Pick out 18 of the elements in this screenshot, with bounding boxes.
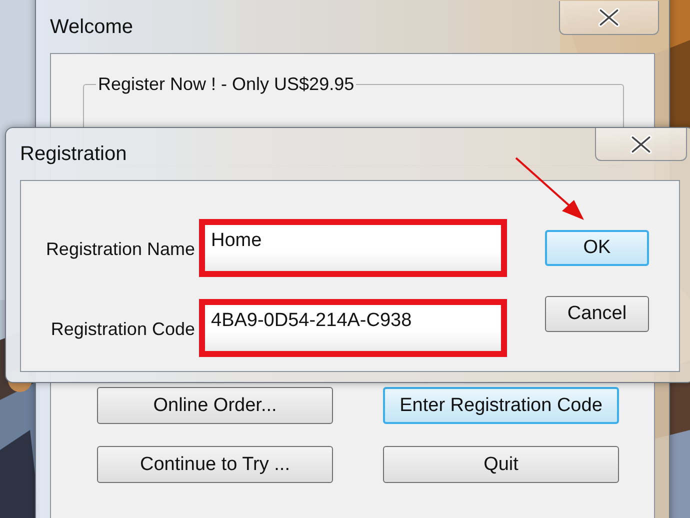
dialog-button[interactable]: Enter Registration Code	[383, 387, 619, 424]
field-label: Registration Code	[50, 319, 195, 340]
close-icon	[597, 8, 621, 27]
window-title: Registration	[20, 142, 127, 166]
input-field[interactable]: 4BA9-0D54-214A-C938	[199, 299, 507, 357]
close-button[interactable]	[595, 128, 687, 161]
arrow-annotation	[514, 156, 586, 222]
dialog-button[interactable]: Continue to Try ...	[97, 446, 333, 483]
field-label: Registration Name	[44, 239, 195, 260]
dialog-button[interactable]: Online Order...	[97, 387, 333, 424]
window-title: Welcome	[50, 16, 133, 38]
group-title: Register Now ! - Only US$29.95	[96, 74, 356, 95]
close-button[interactable]	[559, 1, 659, 35]
dialog-button[interactable]: Quit	[383, 446, 619, 483]
input-field[interactable]: Home	[199, 219, 507, 277]
dialog-button[interactable]: Cancel	[545, 296, 649, 332]
dialog-button[interactable]: OK	[545, 230, 649, 266]
close-icon	[629, 134, 653, 154]
